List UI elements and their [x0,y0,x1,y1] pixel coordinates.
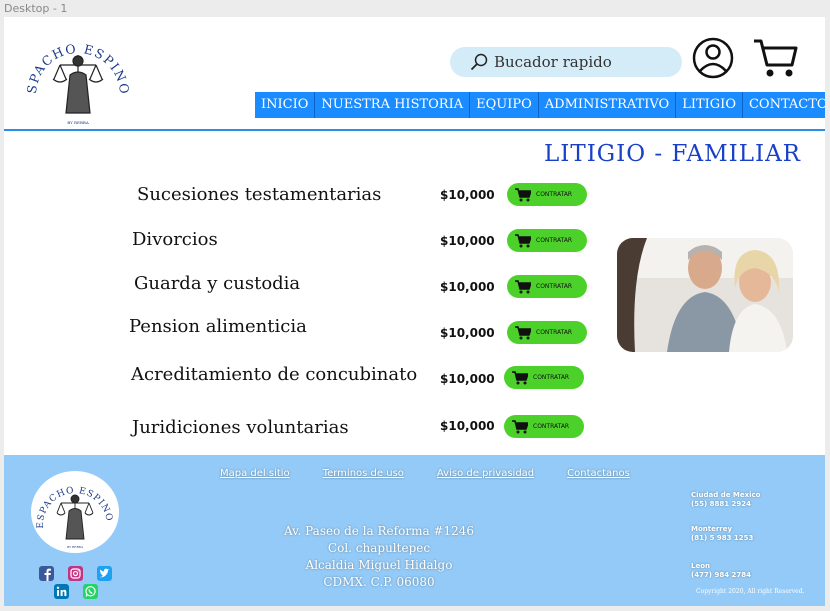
main-nav: INICIO NUESTRA HISTORIA EQUIPO ADMINISTR… [255,92,825,118]
search-placeholder: Bucador rapido [494,53,612,71]
footer-link-mapa-del-sitio[interactable]: Mapa del sitio [220,468,290,479]
office-city: Leon [691,562,711,570]
cart-icon [515,233,531,247]
logo[interactable]: DESPACHO ESPINOZA BY REBBA [14,17,136,129]
office-city: Ciudad de Mexico [691,491,761,499]
footer-link-terminos-de-uso[interactable]: Terminos de uso [323,468,404,479]
service-price: $10,000 [440,419,495,433]
service-name: Acreditamiento de concubinato [131,364,418,385]
nav-item-litigio[interactable]: LITIGIO [676,92,743,118]
office-phone[interactable]: (81) 5 983 1253 [691,534,753,543]
nav-item-inicio[interactable]: INICIO [255,92,316,118]
service-name: Divorcios [132,229,218,250]
cart-icon [512,419,528,433]
family-photo [617,238,793,352]
service-price: $10,000 [440,188,495,202]
footer: DESPACHO ESPINOZA BY REBBA Mapa del siti… [4,455,825,606]
address-line: Av. Paseo de la Reforma #1246 [283,524,475,538]
service-price: $10,000 [440,280,495,294]
contratar-label: CONTRATAR [536,237,573,244]
service-price: $10,000 [440,234,495,248]
contratar-label: CONTRATAR [533,423,570,430]
nav-item-administrativo[interactable]: ADMINISTRATIVO [539,92,677,118]
logo-tagline: BY REBBA [67,120,89,125]
header-divider [4,129,825,131]
office-ciudad-de-mexico: Ciudad de Mexico (55) 8881 2924 [691,491,760,509]
office-phone[interactable]: (55) 8881 2924 [691,500,760,509]
contratar-button[interactable]: CONTRATAR [507,229,587,252]
contratar-label: CONTRATAR [536,329,573,336]
contratar-button[interactable]: CONTRATAR [507,321,587,344]
frame-label: Desktop - 1 [4,2,68,15]
footer-link-aviso-de-privasidad[interactable]: Aviso de privasidad [437,468,534,479]
facebook-icon[interactable] [39,566,54,581]
contratar-button[interactable]: CONTRATAR [507,183,587,206]
service-name: Sucesiones testamentarias [137,184,382,205]
cart-icon [515,325,531,339]
address-line: Col. chapultepec [327,541,431,555]
instagram-icon[interactable] [68,566,83,581]
user-account-icon[interactable] [692,37,734,79]
cart-icon [512,370,528,384]
footer-link-contactanos[interactable]: Contactanos [567,468,630,479]
contratar-label: CONTRATAR [536,283,573,290]
footer-logo-tagline: BY REBBA [67,545,84,549]
contratar-label: CONTRATAR [536,191,573,198]
shopping-cart-icon[interactable] [752,37,798,79]
cart-icon [515,187,531,201]
contratar-button[interactable]: CONTRATAR [504,415,584,438]
search-icon [470,53,488,71]
service-name: Juridiciones voluntarias [132,417,349,438]
footer-logo[interactable]: DESPACHO ESPINOZA BY REBBA [31,471,119,553]
address-line: CDMX. C.P. 06080 [323,575,435,589]
whatsapp-icon[interactable] [83,584,98,599]
service-name: Guarda y custodia [134,273,301,294]
page: DESPACHO ESPINOZA BY REBBA Bucador rapid… [4,17,825,606]
contratar-label: CONTRATAR [533,374,570,381]
contratar-button[interactable]: CONTRATAR [507,275,587,298]
search-input[interactable]: Bucador rapido [450,47,682,77]
office-phone[interactable]: (477) 984 2784 [691,571,751,580]
copyright: Copyright 2020, All right Reserved. [696,588,805,595]
nav-item-equipo[interactable]: EQUIPO [470,92,539,118]
service-name: Pension alimenticia [129,316,307,337]
service-price: $10,000 [440,372,495,386]
contratar-button[interactable]: CONTRATAR [504,366,584,389]
footer-links: Mapa del sitio Terminos de uso Aviso de … [220,468,630,479]
cart-icon [515,279,531,293]
twitter-icon[interactable] [97,566,112,581]
footer-address: Av. Paseo de la Reforma #1246 Col. chapu… [244,523,514,591]
address-line: Alcaldia Miguel Hidalgo [305,558,453,572]
office-leon: Leon (477) 984 2784 [691,562,751,580]
page-title: LITIGIO - FAMILIAR [544,141,801,167]
office-monterrey: Monterrey (81) 5 983 1253 [691,525,753,543]
nav-item-nuestra-historia[interactable]: NUESTRA HISTORIA [315,92,471,118]
nav-item-contacto[interactable]: CONTACTO [743,92,825,118]
service-price: $10,000 [440,326,495,340]
linkedin-icon[interactable] [54,584,69,599]
office-city: Monterrey [691,525,733,533]
